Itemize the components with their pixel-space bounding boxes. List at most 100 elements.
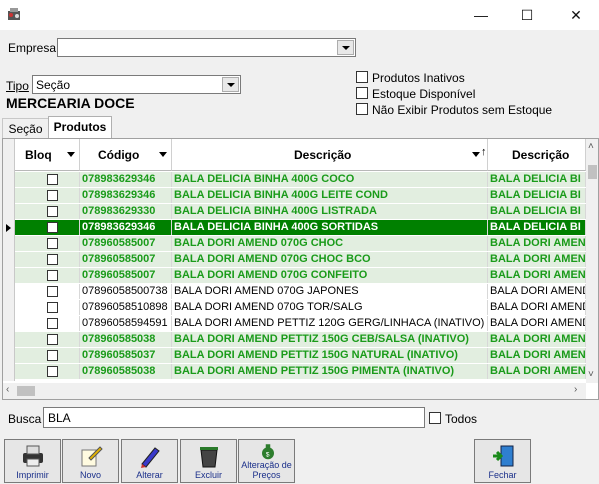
col-header-descricao[interactable]: Descrição ↑ [172, 139, 488, 171]
descricao-cell: BALA DELICIA BINHA 400G LISTRADA [172, 204, 488, 219]
empresa-label: Empresa [8, 41, 57, 55]
table-row[interactable]: 078983629330 BALA DELICIA BINHA 400G LIST… [15, 204, 598, 220]
sem-estoque-label: Não Exibir Produtos sem Estoque [372, 103, 553, 117]
table-row[interactable]: 078960585007 BALA DORI AMEND 070G CHOC BC… [15, 252, 598, 268]
codigo-cell: 078983629346 [80, 172, 172, 187]
empresa-select[interactable] [57, 38, 356, 57]
scroll-up-icon[interactable]: ˄ [588, 141, 594, 152]
tab-secao[interactable]: Seção [2, 118, 48, 138]
vertical-scrollbar[interactable]: ˄ ˅ [586, 139, 598, 383]
codigo-cell: 078960585007 [80, 252, 172, 267]
codigo-cell: 078960585007 [80, 236, 172, 251]
table-row[interactable]: 078960585037 BALA DORI AMEND PETTIZ 150G … [15, 348, 598, 364]
bloq-checkbox[interactable] [47, 238, 58, 249]
estoque-disponivel-checkbox[interactable] [356, 87, 368, 99]
table-row[interactable]: 078983629346 BALA DELICIA BINHA 400G COCO… [15, 172, 598, 188]
descricao-cell: BALA DORI AMEND 070G TOR/SALG [172, 300, 488, 315]
bloq-checkbox[interactable] [47, 206, 58, 217]
horizontal-scrollbar[interactable]: ‹ › [3, 383, 586, 399]
bloq-checkbox[interactable] [47, 270, 58, 281]
descricao-cell: BALA DELICIA BINHA 400G COCO [172, 172, 488, 187]
descricao2-cell: BALA DORI AMEN [490, 268, 586, 283]
descricao2-cell: BALA DORI AMEND [490, 300, 586, 315]
tipo-label: Tipo [6, 79, 29, 93]
excluir-button[interactable]: Excluir [180, 439, 237, 483]
vertical-scroll-thumb[interactable] [588, 165, 597, 179]
descricao-cell: BALA DORI AMEND 070G JAPONES [172, 284, 488, 299]
horizontal-scroll-thumb[interactable] [17, 386, 35, 396]
chevron-down-icon[interactable] [337, 40, 354, 55]
table-row[interactable]: 078983629346 BALA DELICIA BINHA 400G SORT… [15, 220, 598, 236]
codigo-cell: 078983629346 [80, 220, 172, 235]
table-row[interactable]: 078983629346 BALA DELICIA BINHA 400G LEIT… [15, 188, 598, 204]
fechar-button[interactable]: Fechar [474, 439, 531, 483]
sem-estoque-checkbox[interactable] [356, 103, 368, 115]
novo-button[interactable]: Novo [62, 439, 119, 483]
descricao2-cell: BALA DORI AMEN [490, 236, 586, 251]
descricao2-cell: BALA DELICIA BI [488, 220, 586, 235]
col-header-descricao-2[interactable]: Descrição [488, 139, 586, 171]
table-row[interactable]: 078960585038 BALA DORI AMEND PETTIZ 150G … [15, 332, 598, 348]
tab-produtos[interactable]: Produtos [48, 116, 112, 138]
svg-text:$: $ [266, 451, 270, 458]
busca-input[interactable]: BLA [43, 407, 425, 428]
chevron-down-icon[interactable] [222, 77, 239, 92]
section-title: MERCEARIA DOCE [6, 95, 135, 111]
scroll-left-icon[interactable]: ‹ [6, 384, 9, 395]
bloq-checkbox[interactable] [47, 190, 58, 201]
bloq-checkbox[interactable] [47, 334, 58, 345]
bloq-checkbox[interactable] [47, 254, 58, 265]
tipo-select[interactable]: Seção [32, 75, 241, 94]
trash-icon [200, 447, 218, 468]
table-row[interactable]: 078960585007 BALA DORI AMEND 070G CHOC BAL… [15, 236, 598, 252]
close-button[interactable]: ✕ [553, 0, 599, 30]
maximize-button[interactable]: ☐ [504, 0, 550, 30]
bloq-checkbox[interactable] [47, 366, 58, 377]
descricao2-cell: BALA DORI AMEND [490, 284, 586, 299]
col-header-bloq[interactable]: Bloq [15, 139, 80, 171]
new-pencil-icon [81, 446, 103, 467]
produtos-inativos-checkbox[interactable] [356, 71, 368, 83]
table-row[interactable]: 07896058510898 BALA DORI AMEND 070G TOR/S… [15, 300, 598, 316]
chevron-down-icon[interactable] [472, 152, 480, 157]
estoque-disponivel-label: Estoque Disponível [372, 87, 476, 101]
descricao2-cell: BALA DORI AMEN [490, 332, 586, 347]
title-bar: — ☐ ✕ [0, 0, 599, 30]
chevron-down-icon[interactable] [67, 152, 75, 157]
descricao-cell: BALA DORI AMEND PETTIZ 150G PIMENTA (INA… [172, 364, 488, 379]
alterar-button[interactable]: Alterar [121, 439, 178, 483]
products-grid[interactable]: Bloq Código Descrição ↑ Descrição 078983… [2, 138, 599, 400]
scroll-right-icon[interactable]: › [574, 384, 577, 395]
current-row-arrow-icon [6, 224, 11, 232]
codigo-cell: 078983629330 [80, 204, 172, 219]
descricao2-cell: BALA DORI AMEND [490, 316, 586, 331]
table-row[interactable]: 07896058500738 BALA DORI AMEND 070G JAPON… [15, 284, 598, 300]
printer-icon [23, 445, 43, 467]
descricao2-cell: BALA DELICIA BI [488, 188, 586, 203]
tipo-value: Seção [36, 78, 71, 92]
codigo-cell: 078960585037 [80, 348, 172, 363]
codigo-cell: 078960585038 [80, 332, 172, 347]
chevron-down-icon[interactable] [159, 152, 167, 157]
minimize-button[interactable]: — [458, 0, 504, 30]
bloq-checkbox[interactable] [47, 174, 58, 185]
alteracao-precos-button[interactable]: $ Alteração de Preços [238, 439, 295, 483]
bloq-checkbox[interactable] [47, 286, 58, 297]
bloq-checkbox[interactable] [47, 222, 58, 233]
table-row[interactable]: 078960585007 BALA DORI AMEND 070G CONFEIT… [15, 268, 598, 284]
produtos-inativos-label: Produtos Inativos [372, 71, 465, 85]
bloq-checkbox[interactable] [47, 350, 58, 361]
todos-checkbox[interactable] [429, 412, 441, 424]
codigo-cell: 078983629346 [80, 188, 172, 203]
table-row[interactable]: 078960585038 BALA DORI AMEND PETTIZ 150G … [15, 364, 598, 380]
bloq-checkbox[interactable] [47, 318, 58, 329]
bloq-checkbox[interactable] [47, 302, 58, 313]
descricao2-cell: BALA DELICIA BI [488, 204, 586, 219]
descricao2-cell: BALA DELICIA BI [488, 172, 586, 187]
edit-pen-icon [141, 447, 160, 468]
scroll-down-icon[interactable]: ˅ [588, 369, 594, 380]
imprimir-button[interactable]: Imprimir [4, 439, 61, 483]
col-header-codigo[interactable]: Código [80, 139, 172, 171]
busca-value: BLA [48, 411, 71, 425]
table-row[interactable]: 07896058594591 BALA DORI AMEND PETTIZ 120… [15, 316, 598, 332]
